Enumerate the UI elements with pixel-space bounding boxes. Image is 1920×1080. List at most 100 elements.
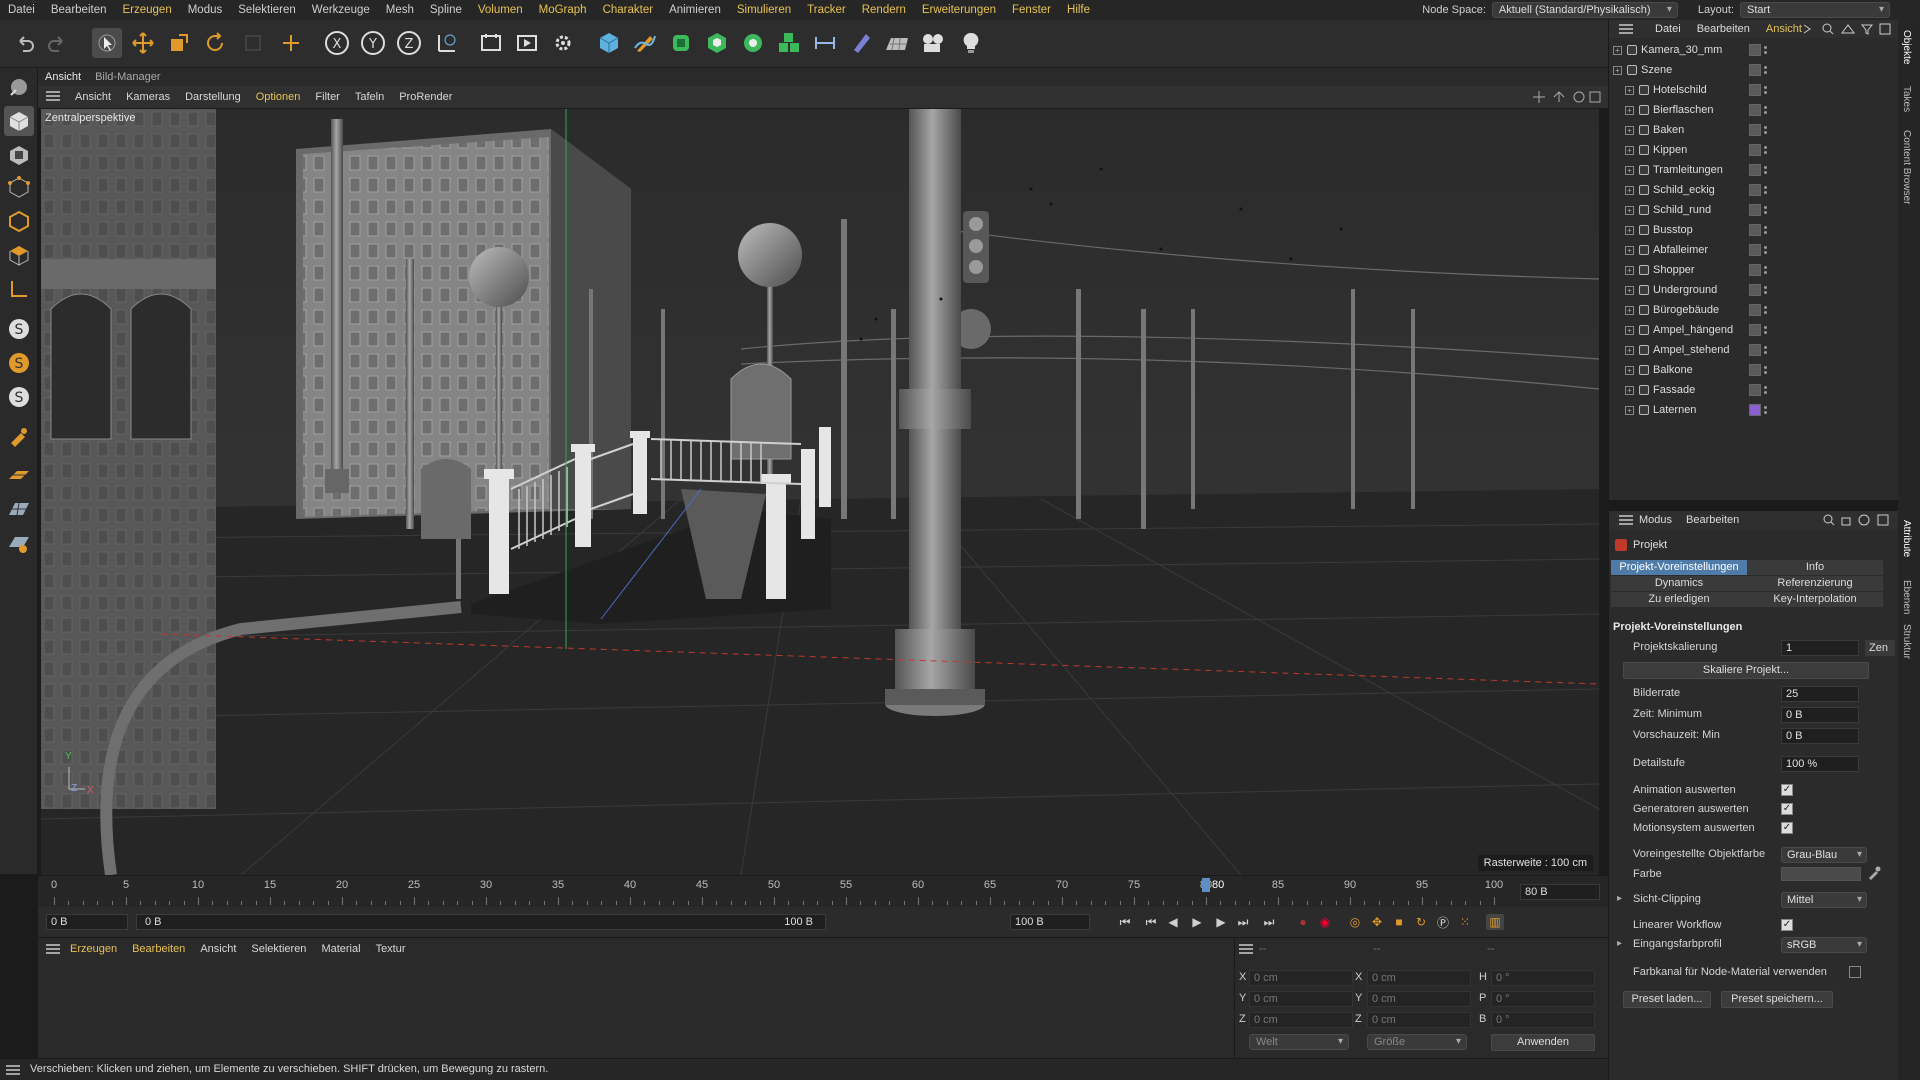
side-tab-objekte[interactable]: Objekte xyxy=(1901,30,1912,64)
layer-toggle-icon[interactable] xyxy=(1749,144,1761,156)
expand-toggle-icon[interactable]: + xyxy=(1625,245,1634,255)
deformer-icon[interactable] xyxy=(810,28,840,58)
attr-menu-bearbeiten[interactable]: Bearbeiten xyxy=(1686,514,1739,526)
play-icon[interactable]: ▶ xyxy=(1188,914,1206,930)
snap-settings-icon[interactable]: S xyxy=(4,348,34,378)
prev-key-icon[interactable]: ⏮ xyxy=(1142,914,1160,930)
texture-mode-icon[interactable] xyxy=(4,140,34,170)
layer-toggle-icon[interactable] xyxy=(1749,64,1761,76)
side-tab-struktur[interactable]: Struktur xyxy=(1901,624,1912,659)
obj-menu-icon[interactable] xyxy=(1619,24,1633,37)
render-view-icon[interactable] xyxy=(476,28,506,58)
timeline-ruler[interactable]: 0 5 10 15 20 25 30 35 40 45 50 55 60 65 70 75 80 85 90 95 10… xyxy=(38,875,1608,907)
floor-icon[interactable] xyxy=(882,28,912,58)
expand-toggle-icon[interactable]: + xyxy=(1625,325,1634,335)
object-row[interactable]: + Balkone xyxy=(1609,360,1899,380)
tab-info[interactable]: Info xyxy=(1747,560,1883,575)
visibility-dots-icon[interactable] xyxy=(1764,404,1767,416)
expand-toggle-icon[interactable]: + xyxy=(1625,225,1634,235)
object-row[interactable]: + Kippen xyxy=(1609,140,1899,160)
object-name[interactable]: Shopper xyxy=(1653,264,1695,276)
object-name[interactable]: Fassade xyxy=(1653,384,1695,396)
select-icon[interactable] xyxy=(92,28,122,58)
attr-menu-icon[interactable] xyxy=(1619,515,1633,528)
expand-toggle-icon[interactable]: + xyxy=(1625,185,1634,195)
pos-x-field[interactable]: 0 cm xyxy=(1249,970,1353,986)
mat-menu-selektieren[interactable]: Selektieren xyxy=(251,943,306,955)
visibility-dots-icon[interactable] xyxy=(1764,104,1767,116)
visibility-dots-icon[interactable] xyxy=(1764,224,1767,236)
object-name[interactable]: Szene xyxy=(1641,64,1672,76)
object-row[interactable]: + Fassade xyxy=(1609,380,1899,400)
mat-menu-textur[interactable]: Textur xyxy=(376,943,406,955)
visibility-dots-icon[interactable] xyxy=(1764,364,1767,376)
key-scale-icon[interactable]: ■ xyxy=(1390,914,1408,930)
render-picture-viewer-icon[interactable] xyxy=(512,28,542,58)
key-parameter-icon[interactable]: Ⓟ xyxy=(1434,914,1452,930)
obj-menu-bearbeiten[interactable]: Bearbeiten xyxy=(1697,23,1750,35)
layer-toggle-icon[interactable] xyxy=(1749,284,1761,296)
locked-workplane-icon[interactable] xyxy=(4,528,34,558)
tab-projekt-voreinstellungen[interactable]: Projekt-Voreinstellungen xyxy=(1611,560,1747,575)
cloner-icon[interactable] xyxy=(738,28,768,58)
clipping-dropdown[interactable]: Mittel xyxy=(1781,892,1867,908)
auto-keying-icon[interactable]: ◉ xyxy=(1316,914,1334,930)
points-mode-icon[interactable] xyxy=(4,172,34,202)
menu-tracker[interactable]: Tracker xyxy=(799,0,854,20)
layer-toggle-icon[interactable] xyxy=(1749,204,1761,216)
framerate-field[interactable]: 25 xyxy=(1781,686,1859,702)
visibility-dots-icon[interactable] xyxy=(1764,124,1767,136)
next-frame-icon[interactable]: ▶ xyxy=(1212,914,1230,930)
object-name[interactable]: Abfalleimer xyxy=(1653,244,1708,256)
end-frame-field[interactable]: 100 B xyxy=(1010,914,1090,930)
object-row[interactable]: + Baken xyxy=(1609,120,1899,140)
vp-menu-kameras[interactable]: Kameras xyxy=(126,91,170,103)
object-row[interactable]: + Laternen xyxy=(1609,400,1899,420)
expand-toggle-icon[interactable]: + xyxy=(1625,205,1634,215)
object-row[interactable]: + Ampel_stehend xyxy=(1609,340,1899,360)
layout-dropdown[interactable]: Start xyxy=(1740,2,1890,18)
z-axis-icon[interactable]: Z xyxy=(394,28,424,58)
menu-animieren[interactable]: Animieren xyxy=(661,0,729,20)
field-icon[interactable] xyxy=(846,28,876,58)
visibility-dots-icon[interactable] xyxy=(1764,164,1767,176)
layer-toggle-icon[interactable] xyxy=(1749,344,1761,356)
side-tab-ebenen[interactable]: Ebenen xyxy=(1901,580,1912,614)
size-y-field[interactable]: 0 cm xyxy=(1367,991,1471,1007)
linear-workflow-checkbox[interactable]: ✓ xyxy=(1781,919,1793,931)
object-name[interactable]: Bürogebäude xyxy=(1653,304,1719,316)
object-row[interactable]: + Busstop xyxy=(1609,220,1899,240)
vp-menu-tafeln[interactable]: Tafeln xyxy=(355,91,384,103)
layer-toggle-icon[interactable] xyxy=(1749,84,1761,96)
object-name[interactable]: Schild_eckig xyxy=(1653,184,1715,196)
preview-min-field[interactable]: 0 B xyxy=(1781,728,1859,744)
object-row[interactable]: + Schild_rund xyxy=(1609,200,1899,220)
menu-rendern[interactable]: Rendern xyxy=(854,0,914,20)
project-scale-field[interactable]: 1 xyxy=(1781,640,1859,656)
object-row[interactable]: + Szene xyxy=(1609,60,1899,80)
key-position-icon[interactable]: ✥ xyxy=(1368,914,1386,930)
rot-p-field[interactable]: 0 ° xyxy=(1491,991,1595,1007)
layer-toggle-icon[interactable] xyxy=(1749,384,1761,396)
menu-erzeugen[interactable]: Erzeugen xyxy=(114,0,179,20)
menu-mograph[interactable]: MoGraph xyxy=(531,0,595,20)
object-row[interactable]: + Kamera_30_mm xyxy=(1609,40,1899,60)
color-swatch[interactable] xyxy=(1781,867,1861,881)
obj-menu-datei[interactable]: Datei xyxy=(1655,23,1681,35)
expand-toggle-icon[interactable]: + xyxy=(1625,405,1634,415)
key-selection-icon[interactable]: ◎ xyxy=(1346,914,1364,930)
edges-mode-icon[interactable] xyxy=(4,206,34,236)
mat-menu-material[interactable]: Material xyxy=(321,943,360,955)
obj-toolbar-icons[interactable] xyxy=(1802,23,1892,38)
object-name[interactable]: Balkone xyxy=(1653,364,1693,376)
expand-toggle-icon[interactable]: + xyxy=(1625,105,1634,115)
node-material-checkbox[interactable] xyxy=(1849,966,1861,978)
object-row[interactable]: + Schild_eckig xyxy=(1609,180,1899,200)
expand-toggle-icon[interactable]: + xyxy=(1625,125,1634,135)
tab-bild-manager[interactable]: Bild-Manager xyxy=(95,71,160,83)
attr-toolbar-icons[interactable] xyxy=(1822,514,1892,529)
model-mode-icon[interactable] xyxy=(4,72,34,102)
cube-icon[interactable] xyxy=(594,28,624,58)
visibility-dots-icon[interactable] xyxy=(1764,204,1767,216)
layer-toggle-icon[interactable] xyxy=(1749,364,1761,376)
